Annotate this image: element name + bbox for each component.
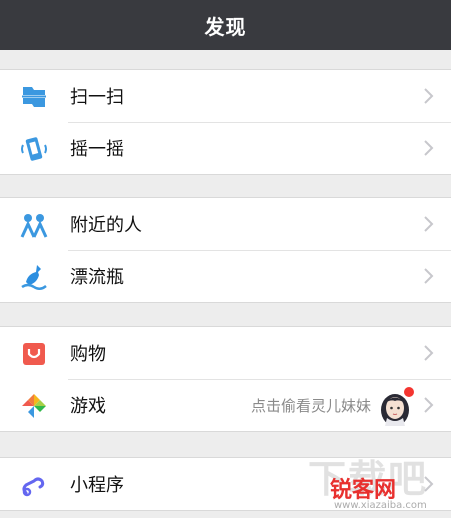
- menu-item-label: 漂流瓶: [70, 267, 124, 288]
- chevron-right-icon: [424, 88, 434, 104]
- people-nearby-icon: [20, 214, 48, 238]
- menu-item-shake[interactable]: 摇一摇: [0, 122, 451, 174]
- mini-program-icon: [22, 477, 45, 497]
- menu-item-people-nearby[interactable]: 附近的人: [0, 198, 451, 250]
- drift-bottle-icon: [21, 265, 47, 290]
- menu-item-label: 附近的人: [70, 215, 142, 236]
- group-mini-program: 小程序: [0, 457, 451, 511]
- chevron-right-icon: [424, 345, 434, 361]
- menu-item-label: 小程序: [70, 475, 124, 496]
- nav-bar: 发现: [0, 0, 451, 50]
- menu-item-label: 购物: [70, 344, 106, 365]
- games-promo-text: 点击偷看灵儿妹妹: [250, 396, 371, 415]
- menu-item-games[interactable]: 游戏 点击偷看灵儿妹妹: [0, 379, 451, 431]
- group-scan-shake: 扫一扫 摇一摇: [0, 69, 451, 175]
- chevron-right-icon: [424, 268, 434, 284]
- chevron-right-icon: [424, 476, 434, 492]
- page-title: 发现: [204, 14, 247, 39]
- menu-item-label: 摇一摇: [70, 139, 124, 160]
- chevron-right-icon: [424, 216, 434, 232]
- group-shop-games: 购物 游戏 点击偷看灵儿妹妹: [0, 326, 451, 432]
- menu-item-scan[interactable]: 扫一扫: [0, 70, 451, 122]
- games-icon: [22, 394, 46, 418]
- group-nearby-bottle: 附近的人 漂流瓶: [0, 197, 451, 303]
- menu-item-shopping[interactable]: 购物: [0, 327, 451, 379]
- shake-icon: [21, 137, 47, 161]
- menu-item-mini-program[interactable]: 小程序: [0, 458, 451, 510]
- menu-item-label: 游戏: [70, 396, 106, 417]
- new-badge: [404, 387, 414, 397]
- chevron-right-icon: [424, 397, 434, 413]
- scan-icon: [22, 87, 46, 107]
- menu-item-drift-bottle[interactable]: 漂流瓶: [0, 250, 451, 302]
- menu-item-label: 扫一扫: [70, 87, 124, 108]
- chevron-right-icon: [424, 140, 434, 156]
- avatar: [381, 387, 414, 426]
- shopping-bag-icon: [23, 343, 45, 365]
